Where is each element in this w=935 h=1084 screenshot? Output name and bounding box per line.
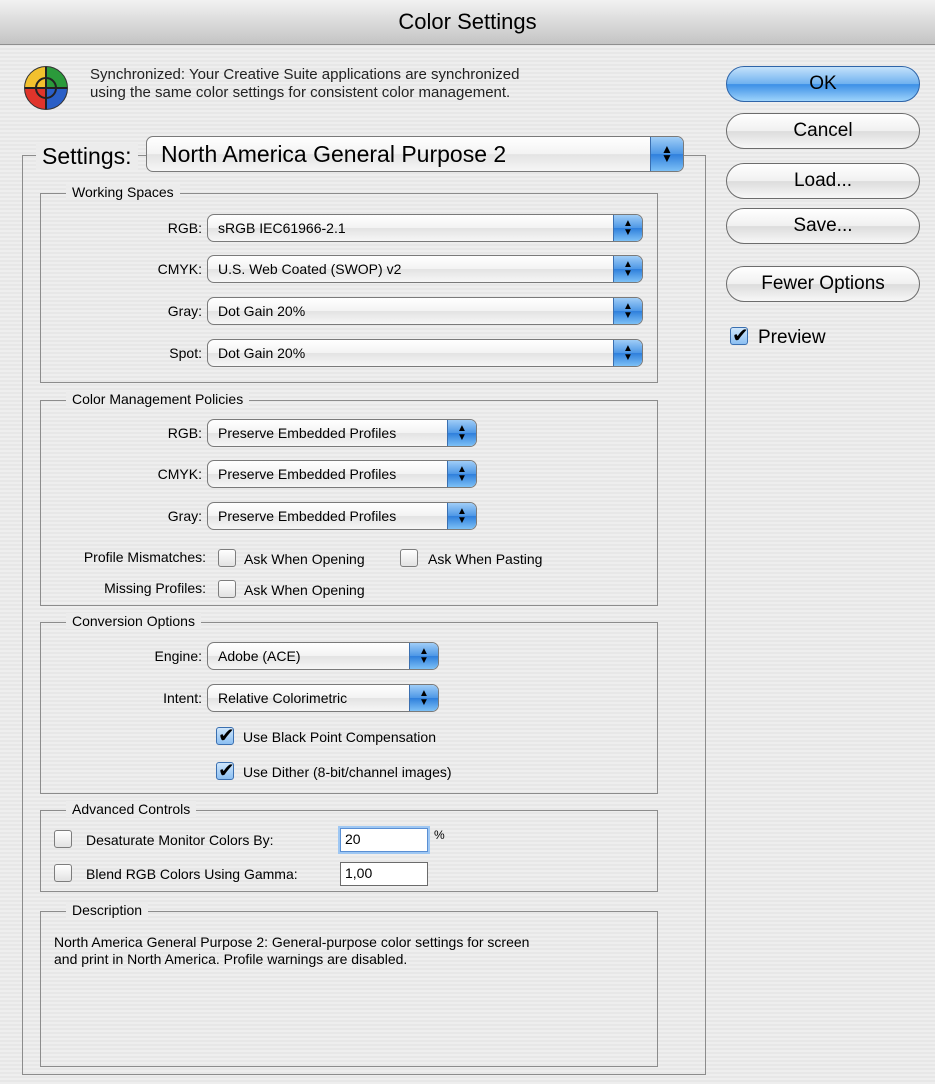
working-spaces-title: Working Spaces <box>66 184 180 200</box>
ws-rgb-label: RGB: <box>167 220 202 236</box>
preview-label[interactable]: Preview <box>758 327 826 349</box>
window-title: Color Settings <box>398 9 537 34</box>
black-point-checkbox[interactable] <box>216 723 235 748</box>
cmp-rgb-popup[interactable]: Preserve Embedded Profiles ▲ ▼ <box>207 419 477 447</box>
preview-checkbox[interactable] <box>730 323 749 348</box>
save-button[interactable]: Save... <box>726 208 920 244</box>
engine-label: Engine: <box>154 648 202 664</box>
mismatch-ask-pasting-checkbox[interactable] <box>400 549 418 567</box>
intent-label: Intent: <box>163 690 202 706</box>
description-text: North America General Purpose 2: General… <box>54 934 530 967</box>
title-bar: Color Settings <box>0 0 935 45</box>
cmp-rgb-value: Preserve Embedded Profiles <box>218 425 397 441</box>
settings-value: North America General Purpose 2 <box>161 140 507 167</box>
settings-label: Settings: <box>36 143 138 170</box>
settings-popup[interactable]: North America General Purpose 2 ▲ ▼ <box>146 136 684 172</box>
fewer-options-button[interactable]: Fewer Options <box>726 266 920 302</box>
advanced-title: Advanced Controls <box>66 801 197 817</box>
popup-arrows-icon: ▲ ▼ <box>447 420 476 446</box>
description-title: Description <box>66 902 149 918</box>
popup-arrows-icon: ▲ ▼ <box>613 215 642 241</box>
missing-ask-opening-checkbox[interactable] <box>218 580 236 598</box>
popup-arrows-icon: ▲ ▼ <box>409 685 438 711</box>
percent-sign: % <box>434 828 445 842</box>
blend-gamma-input[interactable]: 1,00 <box>340 862 428 886</box>
ws-cmyk-popup[interactable]: U.S. Web Coated (SWOP) v2 ▲ ▼ <box>207 255 643 283</box>
cmp-cmyk-popup[interactable]: Preserve Embedded Profiles ▲ ▼ <box>207 460 477 488</box>
mismatch-ask-opening-label[interactable]: Ask When Opening <box>244 551 365 567</box>
dither-label[interactable]: Use Dither (8-bit/channel images) <box>243 764 452 780</box>
cmp-cmyk-value: Preserve Embedded Profiles <box>218 466 397 482</box>
load-button[interactable]: Load... <box>726 163 920 199</box>
popup-arrows-icon: ▲ ▼ <box>447 503 476 529</box>
ws-gray-label: Gray: <box>167 303 202 319</box>
ws-spot-popup[interactable]: Dot Gain 20% ▲ ▼ <box>207 339 643 367</box>
popup-arrows-icon: ▲ ▼ <box>613 298 642 324</box>
ws-rgb-popup[interactable]: sRGB IEC61966-2.1 ▲ ▼ <box>207 214 643 242</box>
cmp-gray-value: Preserve Embedded Profiles <box>218 508 397 524</box>
desaturate-input[interactable]: 20 <box>340 828 428 852</box>
desaturate-label[interactable]: Desaturate Monitor Colors By: <box>86 832 274 848</box>
ws-cmyk-value: U.S. Web Coated (SWOP) v2 <box>218 261 402 277</box>
ws-rgb-value: sRGB IEC61966-2.1 <box>218 220 346 236</box>
black-point-label[interactable]: Use Black Point Compensation <box>243 729 436 745</box>
intent-value: Relative Colorimetric <box>218 690 348 706</box>
engine-value: Adobe (ACE) <box>218 648 301 664</box>
popup-arrows-icon: ▲ ▼ <box>613 256 642 282</box>
cmp-rgb-label: RGB: <box>167 425 202 441</box>
ws-spot-label: Spot: <box>169 345 202 361</box>
mismatch-ask-pasting-label[interactable]: Ask When Pasting <box>428 551 542 567</box>
policies-title: Color Management Policies <box>66 391 250 407</box>
cmp-cmyk-label: CMYK: <box>157 466 202 482</box>
ok-button[interactable]: OK <box>726 66 920 102</box>
engine-popup[interactable]: Adobe (ACE) ▲ ▼ <box>207 642 439 670</box>
conversion-title: Conversion Options <box>66 613 201 629</box>
popup-arrows-icon: ▲ ▼ <box>650 137 683 171</box>
cmp-gray-label: Gray: <box>167 508 202 524</box>
cancel-button[interactable]: Cancel <box>726 113 920 149</box>
cmp-gray-popup[interactable]: Preserve Embedded Profiles ▲ ▼ <box>207 502 477 530</box>
profile-mismatches-label: Profile Mismatches: <box>83 549 206 565</box>
popup-arrows-icon: ▲ ▼ <box>447 461 476 487</box>
popup-arrows-icon: ▲ ▼ <box>409 643 438 669</box>
ws-spot-value: Dot Gain 20% <box>218 345 306 361</box>
blend-gamma-label[interactable]: Blend RGB Colors Using Gamma: <box>86 866 298 882</box>
intent-popup[interactable]: Relative Colorimetric ▲ ▼ <box>207 684 439 712</box>
dither-checkbox[interactable] <box>216 758 235 783</box>
ws-cmyk-label: CMYK: <box>157 261 202 277</box>
mismatch-ask-opening-checkbox[interactable] <box>218 549 236 567</box>
color-sync-icon <box>22 64 70 112</box>
popup-arrows-icon: ▲ ▼ <box>613 340 642 366</box>
desaturate-checkbox[interactable] <box>54 830 72 848</box>
blend-gamma-checkbox[interactable] <box>54 864 72 882</box>
ws-gray-value: Dot Gain 20% <box>218 303 306 319</box>
sync-status: Synchronized: Your Creative Suite applic… <box>90 66 520 101</box>
ws-gray-popup[interactable]: Dot Gain 20% ▲ ▼ <box>207 297 643 325</box>
missing-ask-opening-label[interactable]: Ask When Opening <box>244 582 365 598</box>
missing-profiles-label: Missing Profiles: <box>104 580 206 596</box>
